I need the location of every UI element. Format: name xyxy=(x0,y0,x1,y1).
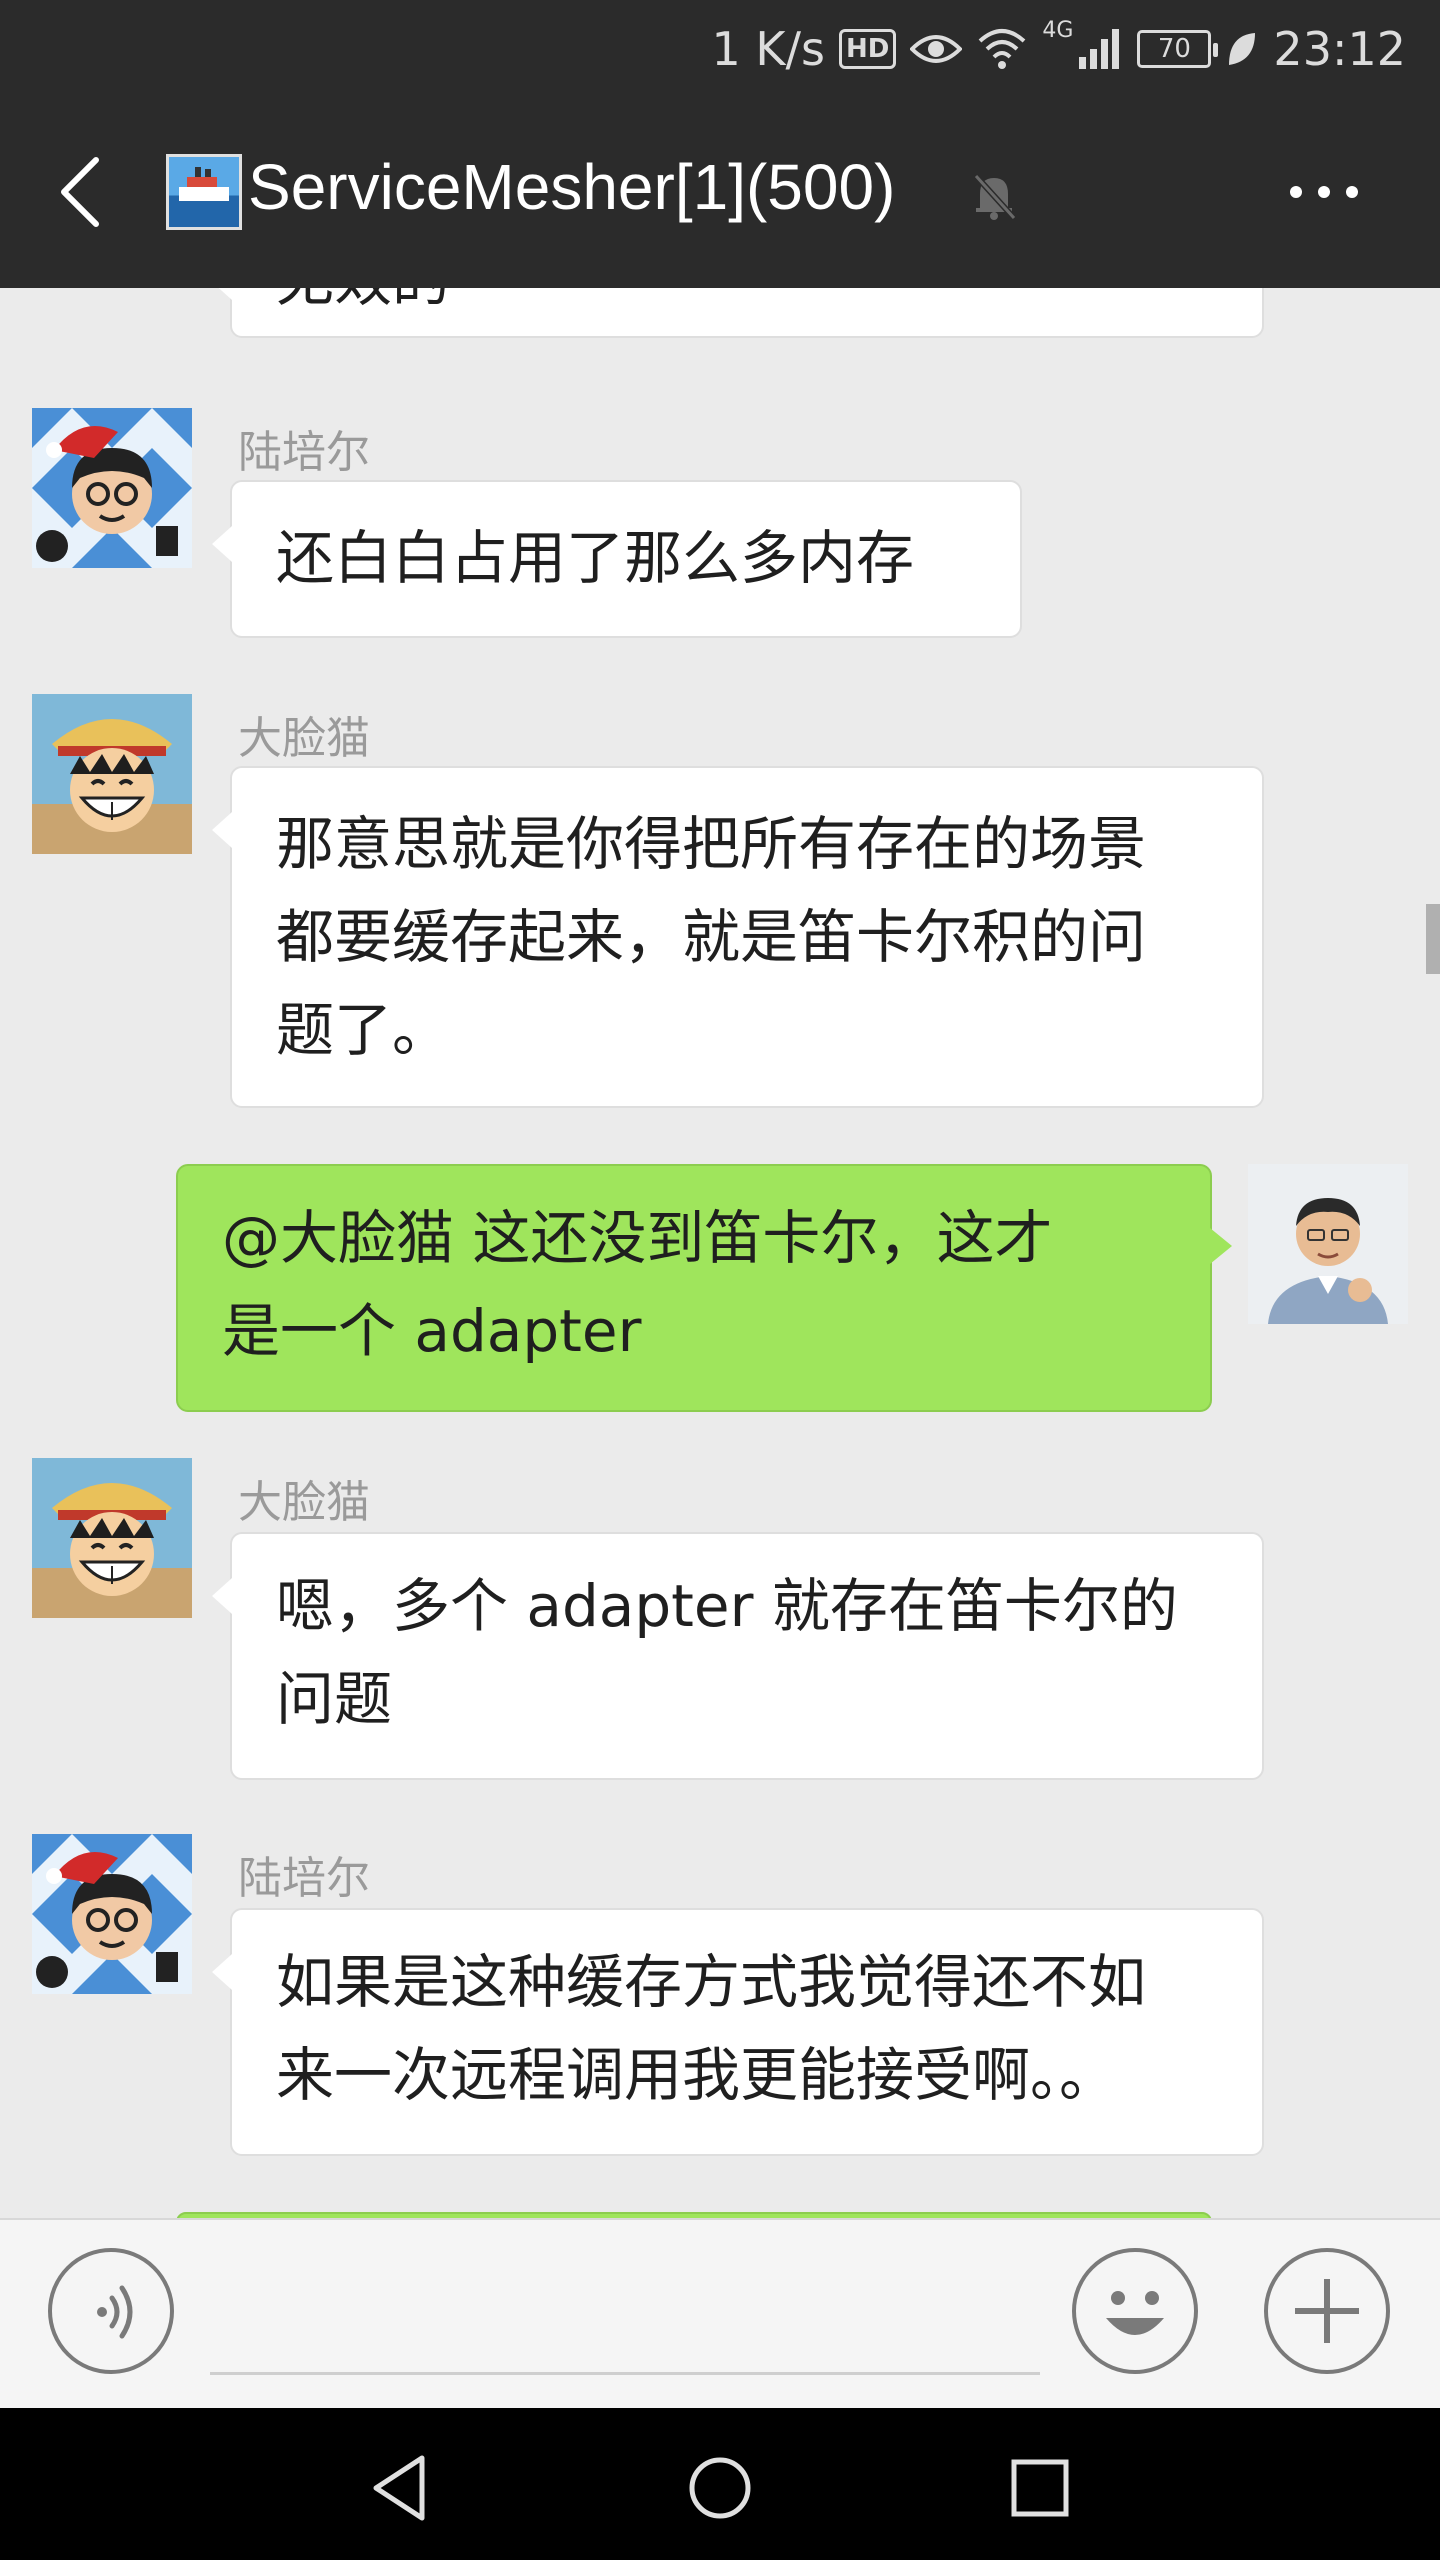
avatar[interactable] xyxy=(32,1458,192,1618)
network-type: 4G xyxy=(1042,18,1074,43)
message-line: 题了。 xyxy=(276,996,451,1064)
smiley-icon xyxy=(1106,2291,1164,2335)
avatar[interactable] xyxy=(32,694,192,854)
battery-icon: 70 xyxy=(1137,30,1219,68)
message-bubble[interactable]: 还白白占用了那么多内存 xyxy=(212,480,1022,638)
avatar-self-icon xyxy=(1248,1164,1408,1324)
message-input-bar xyxy=(0,2218,1440,2408)
more-options-button[interactable] xyxy=(1280,156,1380,228)
message-line: 还白白占用了那么多内存 xyxy=(276,524,915,592)
message-line: 来一次远程调用我更能接受啊。。 xyxy=(276,2041,1118,2109)
hd-badge: HD xyxy=(839,29,897,69)
status-icons: 1 K/s HD 4G 70 23:12 xyxy=(712,18,1407,80)
chat-title[interactable]: ServiceMesher[1](500) xyxy=(248,150,895,224)
back-button[interactable] xyxy=(42,142,142,242)
avatar-self[interactable] xyxy=(1248,1164,1408,1324)
square-recents-icon xyxy=(1011,2459,1069,2517)
emoji-button[interactable] xyxy=(1072,2248,1198,2374)
message-line: 那意思就是你得把所有存在的场景 xyxy=(276,810,1147,878)
avatar-luperr-icon xyxy=(32,408,192,568)
message-line: 问题 xyxy=(276,1665,393,1733)
leaf-icon xyxy=(1229,33,1256,65)
group-avatar-icon xyxy=(166,154,242,230)
avatar-daliannmao-icon xyxy=(32,1458,192,1618)
nav-back-button[interactable] xyxy=(362,2448,442,2528)
more-functions-button[interactable] xyxy=(1264,2248,1390,2374)
message-line: 都要缓存起来，就是笛卡尔积的问 xyxy=(276,903,1147,971)
wifi-icon xyxy=(979,29,1026,69)
sender-name: 陆培尔 xyxy=(238,1853,370,1904)
message-line: @大脸猫 这还没到笛卡尔，这才 xyxy=(222,1204,1053,1272)
triangle-back-icon xyxy=(373,2455,425,2521)
mute-bell-icon xyxy=(964,166,1024,226)
message-line: 如果是这种缓存方式我觉得还不如 xyxy=(276,1948,1147,2016)
signal-icon xyxy=(1079,29,1120,69)
message-bubble[interactable]: 那意思就是你得把所有存在的场景 都要缓存起来，就是笛卡尔积的问 题了。 xyxy=(212,766,1264,1108)
eye-icon xyxy=(910,35,963,63)
message-bubble[interactable]: 如果是这种缓存方式我觉得还不如 来一次远程调用我更能接受啊。。 xyxy=(212,1908,1264,2156)
message-input[interactable] xyxy=(210,2372,1040,2375)
message-bubble[interactable]: 嗯，多个 adapter 就存在笛卡尔的 问题 xyxy=(212,1532,1264,1780)
sender-name: 大脸猫 xyxy=(238,1477,370,1528)
avatar[interactable] xyxy=(32,408,192,568)
message-bubble-outgoing[interactable]: @大脸猫 这还没到笛卡尔，这才 是一个 adapter xyxy=(176,1164,1232,1412)
clock: 23:12 xyxy=(1273,22,1406,76)
nav-recents-button[interactable] xyxy=(1000,2448,1080,2528)
avatar-luperr-icon xyxy=(32,1834,192,1994)
avatar-daliannmao-icon xyxy=(32,694,192,854)
chevron-left-icon xyxy=(61,157,99,227)
message-line: 是一个 adapter xyxy=(222,1297,642,1365)
chat-header: ServiceMesher[1](500) xyxy=(0,96,1440,288)
net-speed: 1 K/s xyxy=(711,22,826,76)
scrollbar[interactable] xyxy=(1426,904,1440,974)
message-line: 无效的 xyxy=(276,288,1218,327)
plus-icon xyxy=(1295,2279,1359,2343)
sender-name: 陆培尔 xyxy=(238,427,370,478)
message-bubble[interactable]: 无效的 xyxy=(212,288,1264,338)
voice-icon xyxy=(97,2285,133,2339)
sender-name: 大脸猫 xyxy=(238,713,370,764)
voice-button[interactable] xyxy=(48,2248,174,2374)
more-dots-icon xyxy=(1290,186,1358,198)
system-navigation-bar xyxy=(0,2408,1440,2560)
chat-message-list[interactable]: 无效的 陆培尔 还白白占用了那么多内存 xyxy=(0,288,1440,2218)
circle-home-icon xyxy=(689,2457,751,2519)
message-line: 嗯，多个 adapter 就存在笛卡尔的 xyxy=(276,1572,1178,1640)
nav-home-button[interactable] xyxy=(680,2448,760,2528)
avatar[interactable] xyxy=(32,1834,192,1994)
status-bar: 1 K/s HD 4G 70 23:12 xyxy=(0,0,1440,96)
